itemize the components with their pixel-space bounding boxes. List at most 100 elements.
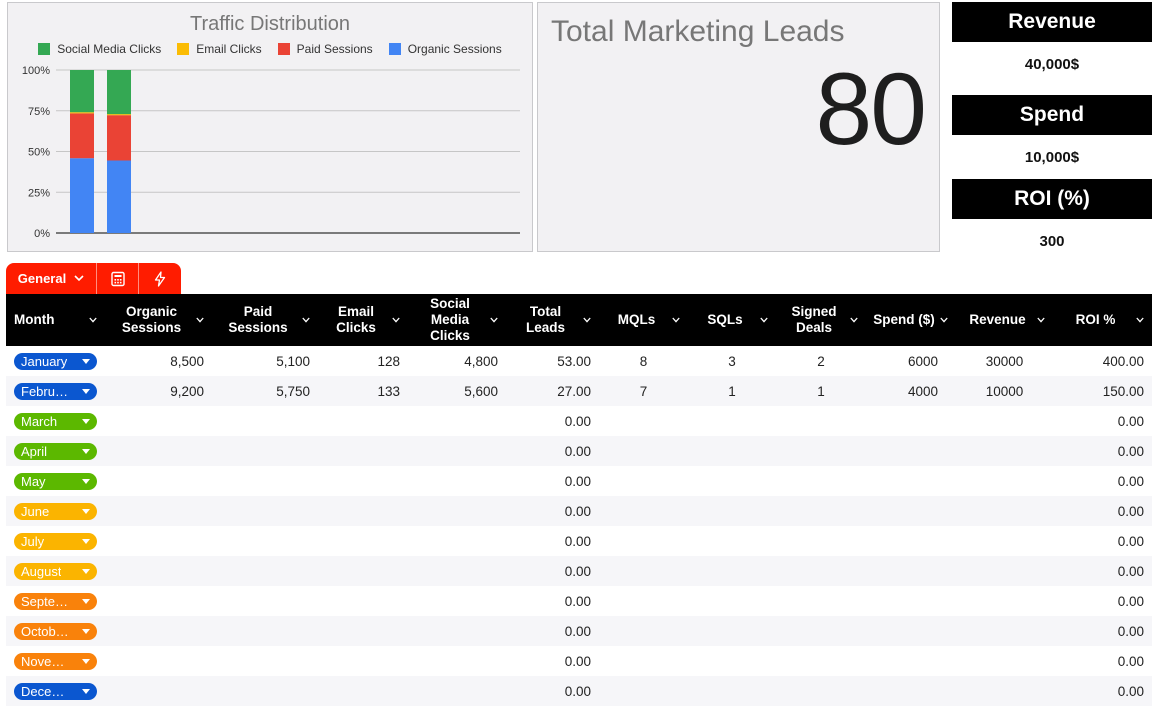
- table-cell-social-media-clicks[interactable]: [408, 406, 506, 436]
- table-cell-total-leads[interactable]: 0.00: [506, 676, 599, 706]
- table-cell-total-leads[interactable]: 0.00: [506, 526, 599, 556]
- table-cell-mqls[interactable]: [599, 436, 688, 466]
- table-cell-total-leads[interactable]: 0.00: [506, 646, 599, 676]
- table-cell-spend[interactable]: [866, 526, 956, 556]
- table-cell-organic-sessions[interactable]: [105, 586, 212, 616]
- table-cell-spend[interactable]: [866, 586, 956, 616]
- column-header-paid-sessions[interactable]: Paid Sessions: [212, 294, 318, 346]
- table-cell-paid-sessions[interactable]: [212, 556, 318, 586]
- table-cell-revenue[interactable]: 30000: [956, 346, 1053, 376]
- table-cell-total-leads[interactable]: 0.00: [506, 436, 599, 466]
- table-cell-social-media-clicks[interactable]: [408, 466, 506, 496]
- table-cell-spend[interactable]: [866, 616, 956, 646]
- chevron-down-icon[interactable]: [1136, 316, 1144, 324]
- table-cell-revenue[interactable]: [956, 616, 1053, 646]
- table-cell-signed-deals[interactable]: [776, 436, 866, 466]
- table-cell-revenue[interactable]: [956, 646, 1053, 676]
- table-cell-sqls[interactable]: 3: [688, 346, 776, 376]
- column-header-month[interactable]: Month: [6, 294, 105, 346]
- table-cell-signed-deals[interactable]: [776, 676, 866, 706]
- table-cell-organic-sessions[interactable]: [105, 406, 212, 436]
- column-header-spend[interactable]: Spend ($): [866, 294, 956, 346]
- table-cell-revenue[interactable]: [956, 436, 1053, 466]
- table-cell-email-clicks[interactable]: [318, 466, 408, 496]
- table-cell-email-clicks[interactable]: [318, 406, 408, 436]
- table-cell-roi[interactable]: 0.00: [1053, 556, 1152, 586]
- column-header-roi[interactable]: ROI %: [1053, 294, 1152, 346]
- table-cell-social-media-clicks[interactable]: [408, 556, 506, 586]
- automation-button[interactable]: [139, 263, 181, 294]
- table-cell-social-media-clicks[interactable]: [408, 436, 506, 466]
- table-cell-sqls[interactable]: [688, 466, 776, 496]
- table-cell-organic-sessions[interactable]: 8,500: [105, 346, 212, 376]
- table-cell-mqls[interactable]: [599, 526, 688, 556]
- month-dropdown-chip[interactable]: May: [14, 472, 97, 490]
- table-cell-paid-sessions[interactable]: [212, 646, 318, 676]
- column-header-email-clicks[interactable]: Email Clicks: [318, 294, 408, 346]
- table-cell-total-leads[interactable]: 0.00: [506, 556, 599, 586]
- table-cell-mqls[interactable]: [599, 646, 688, 676]
- table-cell-spend[interactable]: [866, 406, 956, 436]
- table-cell-roi[interactable]: 0.00: [1053, 676, 1152, 706]
- table-cell-email-clicks[interactable]: [318, 436, 408, 466]
- table-cell-roi[interactable]: 0.00: [1053, 616, 1152, 646]
- table-cell-mqls[interactable]: 7: [599, 376, 688, 406]
- table-cell-signed-deals[interactable]: 1: [776, 376, 866, 406]
- table-cell-roi[interactable]: 0.00: [1053, 496, 1152, 526]
- table-cell-mqls[interactable]: [599, 676, 688, 706]
- table-cell-paid-sessions[interactable]: [212, 436, 318, 466]
- chevron-down-icon[interactable]: [302, 316, 310, 324]
- table-cell-organic-sessions[interactable]: [105, 616, 212, 646]
- table-cell-spend[interactable]: [866, 556, 956, 586]
- month-dropdown-chip[interactable]: March: [14, 412, 97, 430]
- table-cell-email-clicks[interactable]: [318, 586, 408, 616]
- chevron-down-icon[interactable]: [490, 316, 498, 324]
- column-header-social-media-clicks[interactable]: Social Media Clicks: [408, 294, 506, 346]
- table-cell-roi[interactable]: 0.00: [1053, 436, 1152, 466]
- month-dropdown-chip[interactable]: August: [14, 562, 97, 580]
- month-dropdown-chip[interactable]: July: [14, 532, 97, 550]
- table-cell-roi[interactable]: 150.00: [1053, 376, 1152, 406]
- month-dropdown-chip[interactable]: June: [14, 502, 97, 520]
- table-cell-organic-sessions[interactable]: [105, 526, 212, 556]
- table-cell-revenue[interactable]: [956, 496, 1053, 526]
- table-cell-total-leads[interactable]: 27.00: [506, 376, 599, 406]
- table-cell-paid-sessions[interactable]: [212, 466, 318, 496]
- table-cell-email-clicks[interactable]: 133: [318, 376, 408, 406]
- table-cell-sqls[interactable]: [688, 436, 776, 466]
- table-cell-social-media-clicks[interactable]: [408, 526, 506, 556]
- chevron-down-icon[interactable]: [760, 316, 768, 324]
- table-cell-revenue[interactable]: [956, 676, 1053, 706]
- table-cell-organic-sessions[interactable]: [105, 436, 212, 466]
- table-cell-paid-sessions[interactable]: 5,100: [212, 346, 318, 376]
- table-cell-sqls[interactable]: 1: [688, 376, 776, 406]
- table-cell-mqls[interactable]: [599, 466, 688, 496]
- table-cell-signed-deals[interactable]: 2: [776, 346, 866, 376]
- table-cell-total-leads[interactable]: 0.00: [506, 586, 599, 616]
- table-cell-social-media-clicks[interactable]: 5,600: [408, 376, 506, 406]
- table-cell-mqls[interactable]: [599, 616, 688, 646]
- table-cell-spend[interactable]: [866, 646, 956, 676]
- table-cell-signed-deals[interactable]: [776, 646, 866, 676]
- table-cell-roi[interactable]: 0.00: [1053, 466, 1152, 496]
- table-cell-sqls[interactable]: [688, 496, 776, 526]
- table-cell-sqls[interactable]: [688, 676, 776, 706]
- table-cell-total-leads[interactable]: 53.00: [506, 346, 599, 376]
- chevron-down-icon[interactable]: [850, 316, 858, 324]
- table-cell-social-media-clicks[interactable]: [408, 646, 506, 676]
- table-cell-spend[interactable]: [866, 436, 956, 466]
- chevron-down-icon[interactable]: [196, 316, 204, 324]
- calculator-button[interactable]: [97, 263, 139, 294]
- table-cell-sqls[interactable]: [688, 406, 776, 436]
- column-header-signed-deals[interactable]: Signed Deals: [776, 294, 866, 346]
- column-header-revenue[interactable]: Revenue: [956, 294, 1053, 346]
- month-dropdown-chip[interactable]: Dece…: [14, 682, 97, 700]
- table-cell-sqls[interactable]: [688, 586, 776, 616]
- chevron-down-icon[interactable]: [1037, 316, 1045, 324]
- table-cell-revenue[interactable]: 10000: [956, 376, 1053, 406]
- chevron-down-icon[interactable]: [940, 316, 948, 324]
- table-cell-organic-sessions[interactable]: [105, 466, 212, 496]
- column-header-organic-sessions[interactable]: Organic Sessions: [105, 294, 212, 346]
- table-cell-email-clicks[interactable]: [318, 496, 408, 526]
- table-cell-signed-deals[interactable]: [776, 526, 866, 556]
